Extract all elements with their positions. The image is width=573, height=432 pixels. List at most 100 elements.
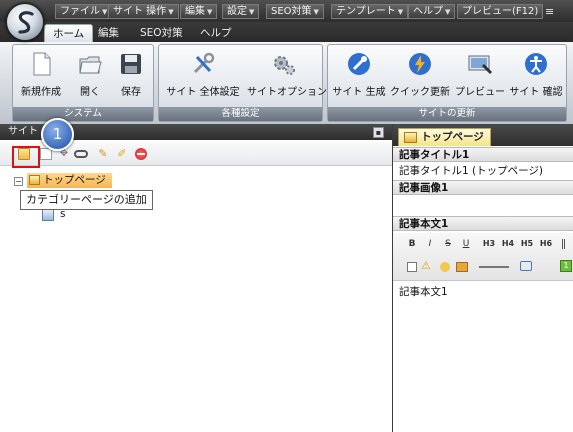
button-label: 開く [80, 87, 100, 98]
speech-bubble-icon[interactable] [520, 261, 532, 271]
italic-button[interactable]: I [423, 236, 437, 252]
emoji-icon[interactable] [440, 262, 450, 272]
menu-seo[interactable]: SEO対策 ▼ [266, 4, 324, 19]
gears-icon [274, 56, 295, 75]
tab-seo[interactable]: SEO対策 [134, 24, 189, 42]
article-image-field[interactable] [393, 196, 573, 216]
app-logo-icon[interactable] [6, 3, 44, 41]
menu-label: プレビュー(F12) [462, 6, 539, 17]
group-caption: 各種設定 [159, 107, 322, 121]
align-icon[interactable] [562, 239, 570, 249]
site-check-button[interactable]: サイト 確認 [508, 51, 564, 107]
h5-button[interactable]: H5 [519, 236, 535, 252]
wrench-screwdriver-icon [193, 52, 215, 74]
article-title-label: 記事タイトル1 [393, 147, 573, 162]
button-label: サイト 確認 [509, 87, 563, 98]
h4-button[interactable]: H4 [500, 236, 516, 252]
tab-top-page[interactable]: トップページ [398, 128, 491, 146]
site-settings-button[interactable]: サイト 全体設定 [161, 51, 245, 107]
folder-icon [29, 175, 40, 185]
tree-node-top-page[interactable]: トップページ [27, 173, 112, 188]
site-options-button[interactable]: サイトオプション [247, 51, 327, 107]
ribbon-group-system: 新規作成 開く 保存 システム [12, 44, 154, 122]
chevron-down-icon: ▼ [102, 8, 108, 16]
article-image-label: 記事画像1 [393, 180, 573, 195]
open-button[interactable]: 開く [73, 51, 107, 107]
horizontal-rule-icon[interactable] [479, 266, 509, 268]
strike-button[interactable]: S [441, 236, 455, 252]
article-body-editor[interactable]: 記事本文1 [393, 284, 573, 300]
preview-monitor-icon [468, 55, 493, 75]
article-body-label: 記事本文1 [393, 216, 573, 231]
tab-edit[interactable]: 編集 [92, 24, 125, 42]
button-label: 保存 [121, 87, 141, 98]
overflow-menu-icon[interactable]: ≡ [545, 5, 554, 18]
quick-update-button[interactable]: クイック更新 [390, 51, 450, 107]
article-title-field[interactable]: 記事タイトル1 (トップページ) [393, 163, 573, 179]
save-disk-icon [121, 54, 141, 74]
generate-globe-icon [348, 53, 370, 75]
ribbon: 新規作成 開く 保存 システム サイト 全体設定 サイトオプション 各種設定 サ… [0, 42, 573, 124]
underline-button[interactable]: U [459, 236, 473, 252]
menu-label: サイト 操作 [113, 6, 167, 17]
button-label: サイト 全体設定 [166, 87, 240, 98]
ribbon-group-settings: サイト 全体設定 サイトオプション 各種設定 [158, 44, 327, 122]
menu-label: ヘルプ [413, 6, 443, 17]
chevron-down-icon: ▼ [168, 8, 174, 16]
panel-title: サイト [8, 126, 38, 137]
ribbon-group-site-update: サイト 生成 クイック更新 プレビュー サイト 確認 サイトの更新 [327, 44, 567, 122]
save-button[interactable]: 保存 [113, 51, 149, 107]
tree-node-label: トップページ [43, 174, 106, 186]
link-icon[interactable] [74, 150, 88, 158]
menu-preview[interactable]: プレビュー(F12) [457, 4, 544, 19]
folder-icon [404, 132, 417, 143]
menu-settings[interactable]: 設定 ▼ [222, 4, 260, 19]
bold-button[interactable]: B [405, 236, 419, 252]
open-folder-icon [79, 56, 102, 74]
collapse-toggle-icon[interactable]: − [14, 177, 23, 186]
menu-help[interactable]: ヘルプ ▼ [408, 4, 456, 19]
number-icon[interactable]: 1 [560, 260, 572, 272]
highlight-box [12, 146, 40, 168]
menu-template[interactable]: テンプレート ▼ [331, 4, 409, 19]
tab-help[interactable]: ヘルプ [194, 24, 238, 42]
warning-icon[interactable]: ⚠ [421, 259, 431, 272]
menu-file[interactable]: ファイル ▼ [55, 4, 113, 19]
tab-label: トップページ [421, 131, 484, 143]
menu-label: 編集 [185, 6, 205, 17]
tab-home[interactable]: ホーム [44, 24, 94, 42]
menu-site-operation[interactable]: サイト 操作 ▼ [108, 4, 179, 19]
chevron-down-icon: ▼ [249, 8, 255, 16]
menu-edit[interactable]: 編集 ▼ [180, 4, 218, 19]
button-label: クイック更新 [390, 87, 450, 98]
accessibility-check-icon [525, 53, 547, 75]
menu-label: 設定 [227, 6, 247, 17]
preview-button[interactable]: プレビュー [454, 51, 506, 107]
menu-label: ファイル [60, 6, 100, 17]
new-document-icon [33, 52, 51, 76]
button-label: サイト 生成 [332, 87, 386, 98]
add-page-icon[interactable] [40, 148, 52, 160]
step-annotation-badge: 1 [41, 118, 74, 151]
menu-label: SEO対策 [271, 6, 312, 17]
chevron-down-icon: ▼ [313, 8, 319, 16]
chevron-down-icon: ▼ [445, 8, 451, 16]
table-icon[interactable] [407, 262, 417, 272]
button-label: 新規作成 [21, 87, 61, 98]
tooltip: カテゴリーページの追加 [20, 190, 153, 210]
site-generate-button[interactable]: サイト 生成 [332, 51, 386, 107]
delete-icon[interactable] [135, 148, 147, 160]
image-icon[interactable] [456, 262, 468, 272]
chevron-down-icon: ▼ [397, 8, 404, 16]
h6-button[interactable]: H6 [538, 236, 554, 252]
h3-button[interactable]: H3 [481, 236, 497, 252]
group-caption: サイトの更新 [328, 107, 566, 121]
new-button[interactable]: 新規作成 [17, 51, 65, 107]
panel-pin-icon[interactable]: ▪ [373, 127, 384, 138]
group-caption: システム [13, 107, 153, 121]
menu-label: テンプレート [336, 6, 396, 17]
wrench-icon[interactable]: ✎ [97, 148, 109, 160]
button-label: サイトオプション [247, 87, 327, 98]
edit-pencil-icon[interactable]: ✐ [116, 148, 128, 160]
lightning-icon [409, 53, 431, 75]
